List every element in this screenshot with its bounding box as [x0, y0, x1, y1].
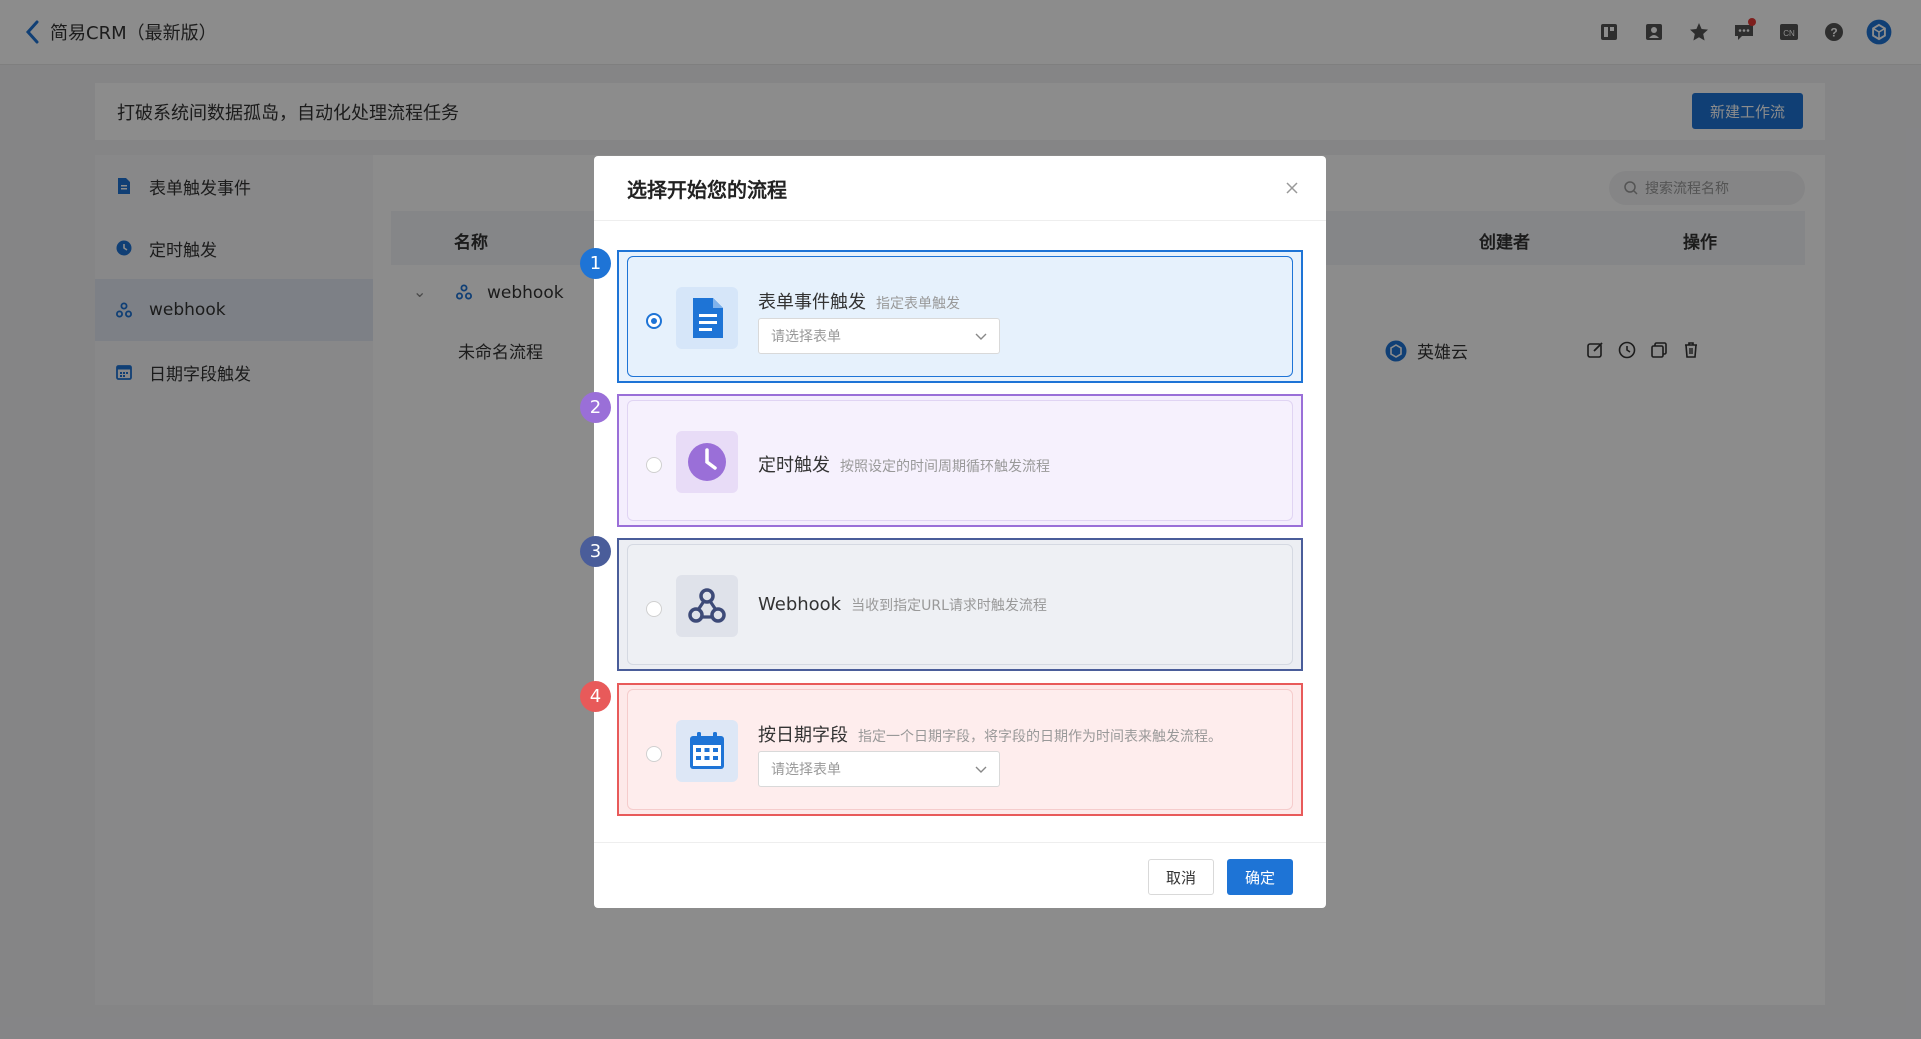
cancel-button[interactable]: 取消 — [1148, 859, 1214, 895]
option-form-event[interactable]: 1 表单事件触发 指定表单触发 请选择表单 — [580, 248, 1303, 383]
step-badge: 1 — [580, 248, 611, 279]
chevron-down-icon — [975, 766, 987, 773]
dialog-title: 选择开始您的流程 — [627, 177, 787, 202]
option-timer[interactable]: 2 定时触发 按照设定的时间周期循环触发流程 — [580, 392, 1303, 527]
radio-timer[interactable] — [646, 457, 662, 473]
document-icon — [676, 287, 738, 349]
step-badge: 3 — [580, 536, 611, 567]
radio-form-event[interactable] — [646, 313, 662, 329]
step-badge: 2 — [580, 392, 611, 423]
option-desc: 指定一个日期字段，将字段的日期作为时间表来触发流程。 — [858, 729, 1222, 745]
option-desc: 指定表单触发 — [876, 296, 960, 312]
calendar-icon — [676, 720, 738, 782]
option-webhook[interactable]: 3 Webhook 当收到指定URL请求时触发流程 — [580, 536, 1303, 671]
chevron-down-icon — [975, 333, 987, 340]
form-select[interactable]: 请选择表单 — [758, 751, 1000, 787]
confirm-button[interactable]: 确定 — [1227, 859, 1293, 895]
option-date-field[interactable]: 4 按日期字段 指定一个日期字段，将字段的日期作为时间表来触发流程。 请选择表单 — [580, 681, 1303, 816]
radio-webhook[interactable] — [646, 601, 662, 617]
option-title: Webhook 当收到指定URL请求时触发流程 — [758, 594, 1047, 615]
option-desc: 当收到指定URL请求时触发流程 — [851, 598, 1047, 614]
option-title: 按日期字段 指定一个日期字段，将字段的日期作为时间表来触发流程。 — [758, 725, 1222, 746]
clock-icon — [676, 431, 738, 493]
close-icon[interactable] — [1282, 178, 1302, 198]
select-flow-dialog: 选择开始您的流程 1 表单事件触发 指定表单触发 请选择表单 2 定时触发 按照设定… — [580, 156, 1326, 908]
dialog-header: 选择开始您的流程 — [594, 156, 1326, 221]
option-title: 定时触发 按照设定的时间周期循环触发流程 — [758, 455, 1050, 476]
option-title: 表单事件触发 指定表单触发 — [758, 292, 960, 313]
dialog-footer: 取消 确定 — [594, 842, 1326, 908]
form-select[interactable]: 请选择表单 — [758, 318, 1000, 354]
radio-date-field[interactable] — [646, 746, 662, 762]
webhook-icon — [676, 575, 738, 637]
step-badge: 4 — [580, 681, 611, 712]
option-desc: 按照设定的时间周期循环触发流程 — [840, 459, 1050, 475]
